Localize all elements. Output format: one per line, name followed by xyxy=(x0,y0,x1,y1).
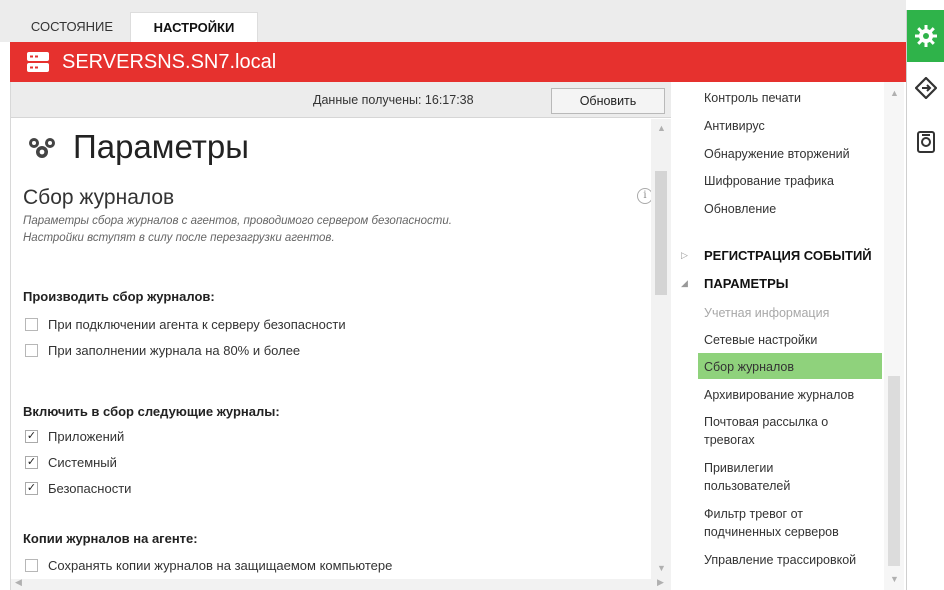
page-title: Параметры xyxy=(73,128,249,165)
nav-head-parameters[interactable]: ПАРАМЕТРЫ xyxy=(704,276,789,291)
nav-item-line: Фильтр тревог от xyxy=(704,507,803,521)
collect-heading: Производить сбор журналов: xyxy=(23,289,215,304)
navigate-tool-button[interactable] xyxy=(907,68,944,108)
settings-tool-button[interactable] xyxy=(907,10,944,62)
nav-item-line: Привилегии xyxy=(704,461,774,475)
expand-icon[interactable]: ▷ xyxy=(681,250,688,261)
nav-head-event-logging[interactable]: РЕГИСТРАЦИЯ СОБЫТИЙ xyxy=(704,248,872,263)
server-name: SERVERSNS.SN7.local xyxy=(62,51,277,73)
checkbox-label: Безопасности xyxy=(48,480,132,496)
nav-item-print-control[interactable]: Контроль печати xyxy=(704,89,801,107)
refresh-button[interactable]: Обновить xyxy=(551,88,665,114)
tab-settings[interactable]: НАСТРОЙКИ xyxy=(130,12,258,42)
nav-item-line: пользователей xyxy=(704,479,791,493)
device-tool-button[interactable] xyxy=(907,122,944,162)
scroll-right-icon[interactable]: ▶ xyxy=(657,577,664,588)
nav-item-user-privileges[interactable]: Привилегии пользователей xyxy=(704,459,790,495)
info-bar: Данные получены: 16:17:38 Обновить xyxy=(11,82,671,118)
collect-on-connect-option[interactable]: При подключении агента к серверу безопас… xyxy=(25,314,346,334)
tab-bar: СОСТОЯНИЕ НАСТРОЙКИ xyxy=(0,0,906,42)
checkbox-label: При подключении агента к серверу безопас… xyxy=(48,316,346,332)
checkbox-label: При заполнении журнала на 80% и более xyxy=(48,342,301,358)
checkbox-checked[interactable]: ✓ xyxy=(25,429,38,443)
settings-navigation: Контроль печати Антивирус Обнаружение вт… xyxy=(678,82,906,590)
scroll-thumb[interactable] xyxy=(888,376,900,566)
checkbox[interactable] xyxy=(25,343,38,357)
right-toolbar xyxy=(906,10,944,590)
collect-on-80-percent-option[interactable]: При заполнении журнала на 80% и более xyxy=(25,340,300,360)
scroll-up-icon[interactable]: ▲ xyxy=(657,123,666,133)
copies-heading: Копии журналов на агенте: xyxy=(23,531,198,546)
section-title: Сбор журналов xyxy=(23,186,175,209)
nav-item-account-info: Учетная информация xyxy=(704,306,830,320)
device-icon xyxy=(917,131,935,153)
checkbox-label: Приложений xyxy=(48,428,125,444)
include-heading: Включить в сбор следующие журналы: xyxy=(23,404,280,419)
description-line: Настройки вступят в силу после перезагру… xyxy=(23,232,335,244)
include-system-option[interactable]: ✓ Системный xyxy=(25,452,117,472)
tab-status[interactable]: СОСТОЯНИЕ xyxy=(18,12,126,42)
scroll-up-icon[interactable]: ▲ xyxy=(890,88,899,98)
include-applications-option[interactable]: ✓ Приложений xyxy=(25,426,124,446)
content-vertical-scrollbar[interactable]: ▲ ▼ xyxy=(651,119,671,579)
nav-item-intrusion-detection[interactable]: Обнаружение вторжений xyxy=(704,145,850,163)
navigate-icon xyxy=(915,77,937,99)
settings-content: Параметры Сбор журналов i Параметры сбор… xyxy=(11,119,651,579)
checkbox[interactable] xyxy=(25,558,38,572)
nav-item-line: тревогах xyxy=(704,433,755,447)
nav-item-line: подчиненных серверов xyxy=(704,525,839,539)
nav-item-traffic-encryption[interactable]: Шифрование трафика xyxy=(704,172,834,190)
nav-item-update[interactable]: Обновление xyxy=(704,200,776,218)
nav-item-log-collection[interactable]: Сбор журналов xyxy=(704,358,794,376)
nav-item-trace-management[interactable]: Управление трассировкой xyxy=(704,551,856,569)
checkbox-checked[interactable]: ✓ xyxy=(25,455,38,469)
section-description: Параметры сбора журналов с агентов, пров… xyxy=(23,213,583,247)
nav-item-log-archiving[interactable]: Архивирование журналов xyxy=(704,386,854,404)
scroll-left-icon[interactable]: ◀ xyxy=(15,577,22,588)
nav-item-antivirus[interactable]: Антивирус xyxy=(704,117,765,135)
include-security-option[interactable]: ✓ Безопасности xyxy=(25,478,131,498)
nav-vertical-scrollbar[interactable]: ▲ ▼ xyxy=(884,82,904,590)
checkbox-label: Сохранять копии журналов на защищаемом к… xyxy=(48,557,393,573)
settings-panel: Данные получены: 16:17:38 Обновить Парам… xyxy=(10,82,671,590)
content-horizontal-scrollbar[interactable]: ◀ ▶ xyxy=(11,577,671,590)
collapse-icon[interactable]: ◢ xyxy=(681,278,688,289)
nav-item-alert-filter[interactable]: Фильтр тревог от подчиненных серверов xyxy=(704,505,839,541)
checkbox[interactable] xyxy=(25,317,38,331)
nav-item-line: Почтовая рассылка о xyxy=(704,415,829,429)
description-line: Параметры сбора журналов с агентов, пров… xyxy=(23,215,452,227)
server-banner: SERVERSNS.SN7.local xyxy=(10,42,906,82)
checkbox-checked[interactable]: ✓ xyxy=(25,481,38,495)
data-received-label: Данные получены: 16:17:38 xyxy=(313,93,474,107)
checkbox-label: Системный xyxy=(48,454,117,470)
settings-group-icon xyxy=(29,138,55,158)
nav-item-network-settings[interactable]: Сетевые настройки xyxy=(704,331,817,349)
nav-item-alert-mailing[interactable]: Почтовая рассылка о тревогах xyxy=(704,413,828,449)
gear-icon xyxy=(915,25,937,47)
scroll-down-icon[interactable]: ▼ xyxy=(657,563,666,573)
info-icon[interactable]: i xyxy=(637,188,651,204)
save-copies-option[interactable]: Сохранять копии журналов на защищаемом к… xyxy=(25,555,392,575)
server-icon xyxy=(27,52,49,72)
scroll-thumb[interactable] xyxy=(655,171,667,295)
scroll-down-icon[interactable]: ▼ xyxy=(890,574,899,584)
